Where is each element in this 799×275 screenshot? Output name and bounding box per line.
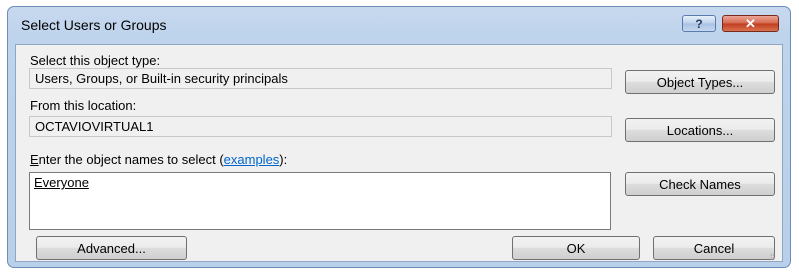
- object-names-label-text: nter the object names to select (: [38, 152, 224, 167]
- accelerator-key: E: [30, 152, 39, 167]
- close-button[interactable]: ✕: [722, 15, 779, 32]
- advanced-button[interactable]: Advanced...: [36, 236, 187, 260]
- close-icon: ✕: [745, 15, 756, 31]
- object-names-input[interactable]: Everyone: [29, 172, 611, 230]
- locations-button[interactable]: Locations...: [625, 118, 775, 142]
- help-icon: ?: [695, 16, 703, 31]
- object-names-label-end: ):: [279, 152, 288, 167]
- location-label: From this location:: [30, 98, 137, 113]
- check-names-button[interactable]: Check Names: [625, 172, 775, 196]
- object-type-label: Select this object type:: [30, 53, 161, 68]
- dialog-title: Select Users or Groups: [21, 17, 167, 33]
- object-type-field: Users, Groups, or Built-in security prin…: [29, 68, 612, 89]
- location-field: OCTAVIOVIRTUAL1: [29, 116, 612, 137]
- ok-button[interactable]: OK: [512, 236, 640, 260]
- cancel-button[interactable]: Cancel: [653, 236, 775, 260]
- resize-grip-icon[interactable]: ⁞⁞: [770, 252, 775, 262]
- object-name-entry: Everyone: [34, 175, 89, 190]
- object-names-label: Enter the object names to select (exampl…: [30, 152, 287, 167]
- help-button[interactable]: ?: [682, 15, 716, 32]
- examples-link[interactable]: examples: [224, 152, 280, 167]
- object-types-button[interactable]: Object Types...: [625, 70, 775, 94]
